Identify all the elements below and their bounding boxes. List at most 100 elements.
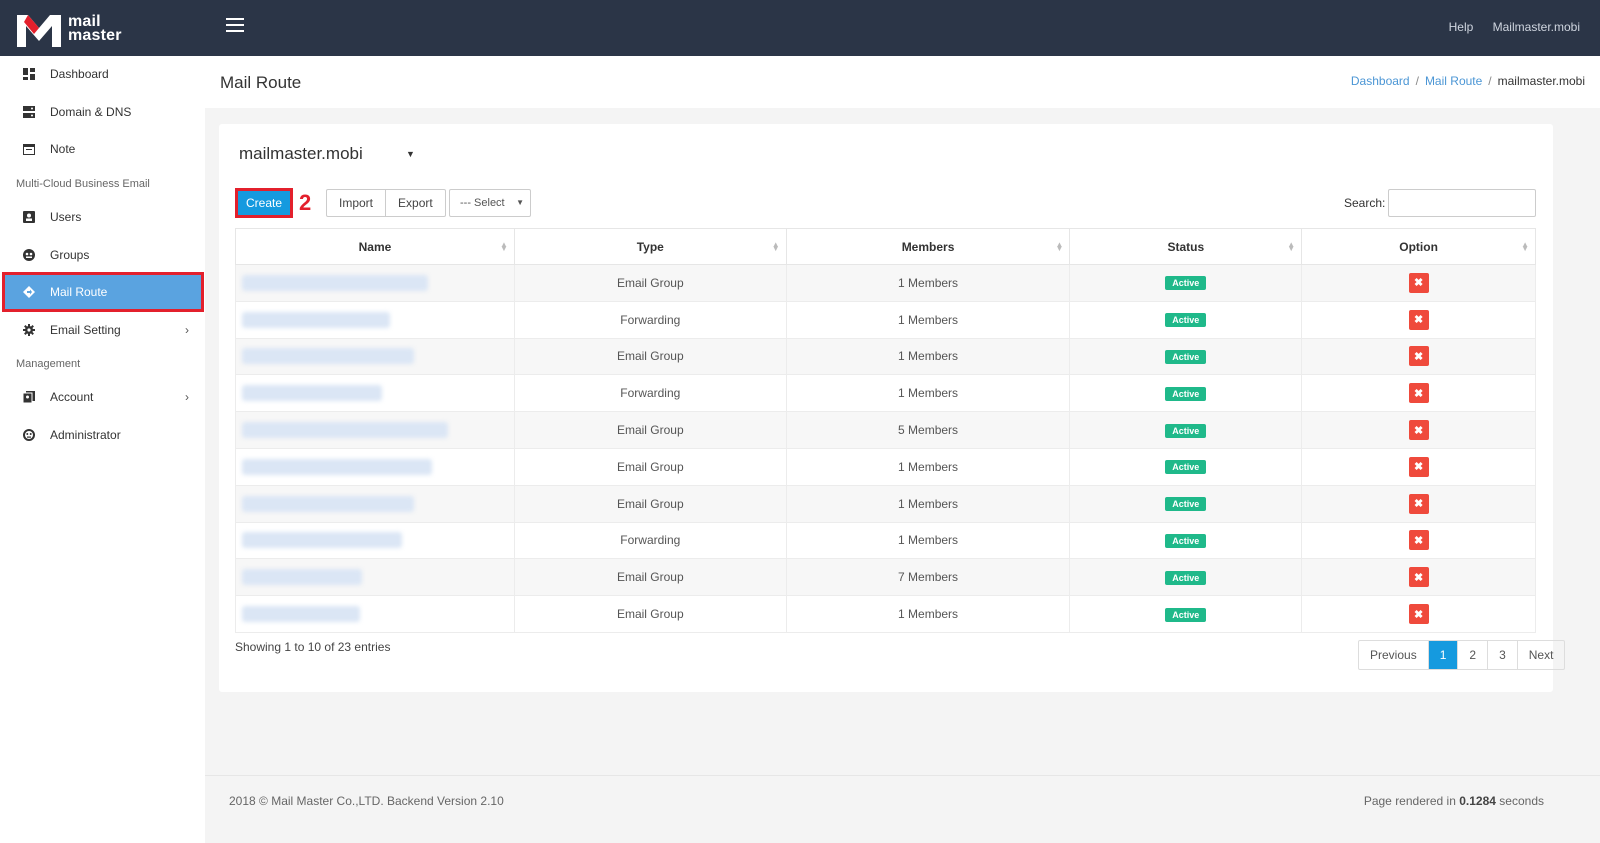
sidebar-item-users[interactable]: Users — [0, 199, 205, 235]
delete-icon[interactable]: ✖ — [1408, 420, 1429, 441]
mailmaster-logo[interactable]: mail master — [14, 10, 134, 50]
cell-status: Active — [1069, 300, 1303, 339]
status-badge: Active — [1165, 607, 1207, 622]
cell-members: 1 Members — [785, 300, 1071, 339]
status-badge: Active — [1165, 386, 1207, 401]
sidebar-item-account[interactable]: Account › — [0, 379, 205, 415]
cell-name — [235, 447, 515, 486]
table-row: Email Group 1 Members Active ✖ — [235, 484, 1536, 523]
cell-type: Forwarding — [513, 521, 787, 560]
import-button[interactable]: Import — [327, 190, 385, 216]
cell-option: ✖ — [1301, 374, 1536, 413]
sidebar-item-domain-dns[interactable]: Domain & DNS — [0, 94, 205, 130]
table-row: Email Group 1 Members Active ✖ — [235, 264, 1536, 302]
cell-option: ✖ — [1301, 595, 1536, 633]
status-badge: Active — [1165, 423, 1207, 438]
delete-icon[interactable]: ✖ — [1408, 493, 1429, 514]
column-header-type[interactable]: Type ▲ ▼ — [513, 228, 787, 265]
redacted-name — [242, 532, 402, 549]
sidebar-item-groups[interactable]: Groups — [0, 237, 205, 273]
sidebar-item-label: Groups — [50, 248, 90, 262]
pagination: Previous 1 2 3 Next — [1358, 640, 1566, 670]
cell-status: Active — [1069, 558, 1303, 597]
cell-status: Active — [1069, 337, 1303, 376]
route-icon — [22, 285, 36, 299]
account-icon — [22, 390, 36, 404]
export-button[interactable]: Export — [385, 190, 445, 216]
help-link[interactable]: Help — [1449, 20, 1474, 34]
user-menu[interactable]: Mailmaster.mobi — [1493, 20, 1580, 34]
cell-status: Active — [1069, 264, 1303, 302]
sidebar-item-label: Users — [50, 210, 82, 224]
cell-members: 1 Members — [785, 374, 1071, 413]
search-input[interactable] — [1388, 189, 1536, 217]
redacted-name — [242, 606, 360, 623]
filter-select[interactable]: --- Select ▼ — [449, 189, 531, 217]
cell-name — [235, 411, 515, 449]
cell-name — [235, 558, 515, 597]
sidebar-item-note[interactable]: Note — [0, 131, 205, 167]
delete-icon[interactable]: ✖ — [1408, 309, 1429, 330]
sidebar-item-mail-route[interactable]: Mail Route — [2, 272, 204, 312]
pagination-page-2[interactable]: 2 — [1457, 641, 1487, 669]
cell-type: Forwarding — [513, 374, 787, 413]
sort-icon: ▲ ▼ — [1287, 240, 1296, 253]
sidebar-item-email-setting[interactable]: Email Setting › — [0, 312, 205, 348]
cell-name — [235, 300, 515, 339]
delete-icon[interactable]: ✖ — [1408, 456, 1429, 477]
redacted-name — [242, 422, 448, 439]
redacted-name — [242, 348, 414, 365]
sidebar-item-label: Account — [50, 390, 94, 404]
filter-select-value: --- Select — [460, 197, 505, 209]
pagination-previous[interactable]: Previous — [1359, 641, 1428, 669]
sidebar-item-label: Domain & DNS — [50, 105, 132, 119]
search-label: Search: — [1344, 196, 1386, 210]
redacted-name — [242, 274, 428, 291]
delete-icon[interactable]: ✖ — [1408, 530, 1429, 551]
delete-icon[interactable]: ✖ — [1408, 346, 1429, 367]
column-header-option[interactable]: Option ▲ ▼ — [1301, 228, 1536, 265]
cell-members: 1 Members — [785, 484, 1071, 523]
pagination-next[interactable]: Next — [1516, 641, 1565, 669]
redacted-name — [242, 458, 432, 475]
cell-type: Email Group — [513, 558, 787, 597]
table-info: Showing 1 to 10 of 23 entries — [235, 640, 391, 654]
pagination-page-3[interactable]: 3 — [1487, 641, 1517, 669]
create-button[interactable]: Create — [235, 188, 293, 218]
sidebar-item-label: Dashboard — [50, 67, 109, 81]
groups-icon — [22, 248, 36, 262]
cell-status: Active — [1069, 411, 1303, 449]
table-row: Email Group 1 Members Active ✖ — [235, 595, 1536, 633]
cell-name — [235, 484, 515, 523]
calendar-icon — [22, 142, 36, 156]
mail-route-table: Name ▲ ▼ Type ▲ ▼ Members ▲ ▼ Status ▲ ▼ Option ▲… — [235, 228, 1536, 633]
breadcrumb-mail-route[interactable]: Mail Route — [1425, 74, 1482, 88]
sidebar-item-administrator[interactable]: Administrator — [0, 417, 205, 453]
cell-status: Active — [1069, 521, 1303, 560]
pagination-page-1[interactable]: 1 — [1427, 641, 1458, 669]
column-header-status[interactable]: Status ▲ ▼ — [1069, 228, 1303, 265]
column-header-name[interactable]: Name ▲ ▼ — [235, 228, 515, 265]
admin-icon — [22, 428, 36, 442]
delete-icon[interactable]: ✖ — [1408, 567, 1429, 588]
column-header-members[interactable]: Members ▲ ▼ — [785, 228, 1071, 265]
menu-toggle-icon[interactable] — [226, 18, 244, 34]
sort-icon: ▲ ▼ — [771, 240, 780, 253]
chevron-right-icon: › — [185, 390, 189, 404]
cell-status: Active — [1069, 595, 1303, 633]
footer-copyright: 2018 © Mail Master Co.,LTD. Backend Vers… — [229, 794, 504, 808]
breadcrumb-dashboard[interactable]: Dashboard — [1351, 74, 1410, 88]
cell-option: ✖ — [1301, 521, 1536, 560]
cell-type: Email Group — [513, 264, 787, 302]
delete-icon[interactable]: ✖ — [1408, 272, 1429, 293]
domain-selector[interactable]: mailmaster.mobi ▼ — [239, 144, 415, 164]
delete-icon[interactable]: ✖ — [1408, 383, 1429, 404]
table-row: Email Group 1 Members Active ✖ — [235, 337, 1536, 376]
sidebar-item-dashboard[interactable]: Dashboard — [0, 56, 205, 92]
delete-icon[interactable]: ✖ — [1408, 604, 1429, 625]
sort-icon: ▲ ▼ — [500, 240, 508, 253]
status-badge: Active — [1165, 533, 1207, 548]
cell-status: Active — [1069, 484, 1303, 523]
cell-status: Active — [1069, 447, 1303, 486]
render-time-value: 0.1284 — [1459, 794, 1496, 808]
